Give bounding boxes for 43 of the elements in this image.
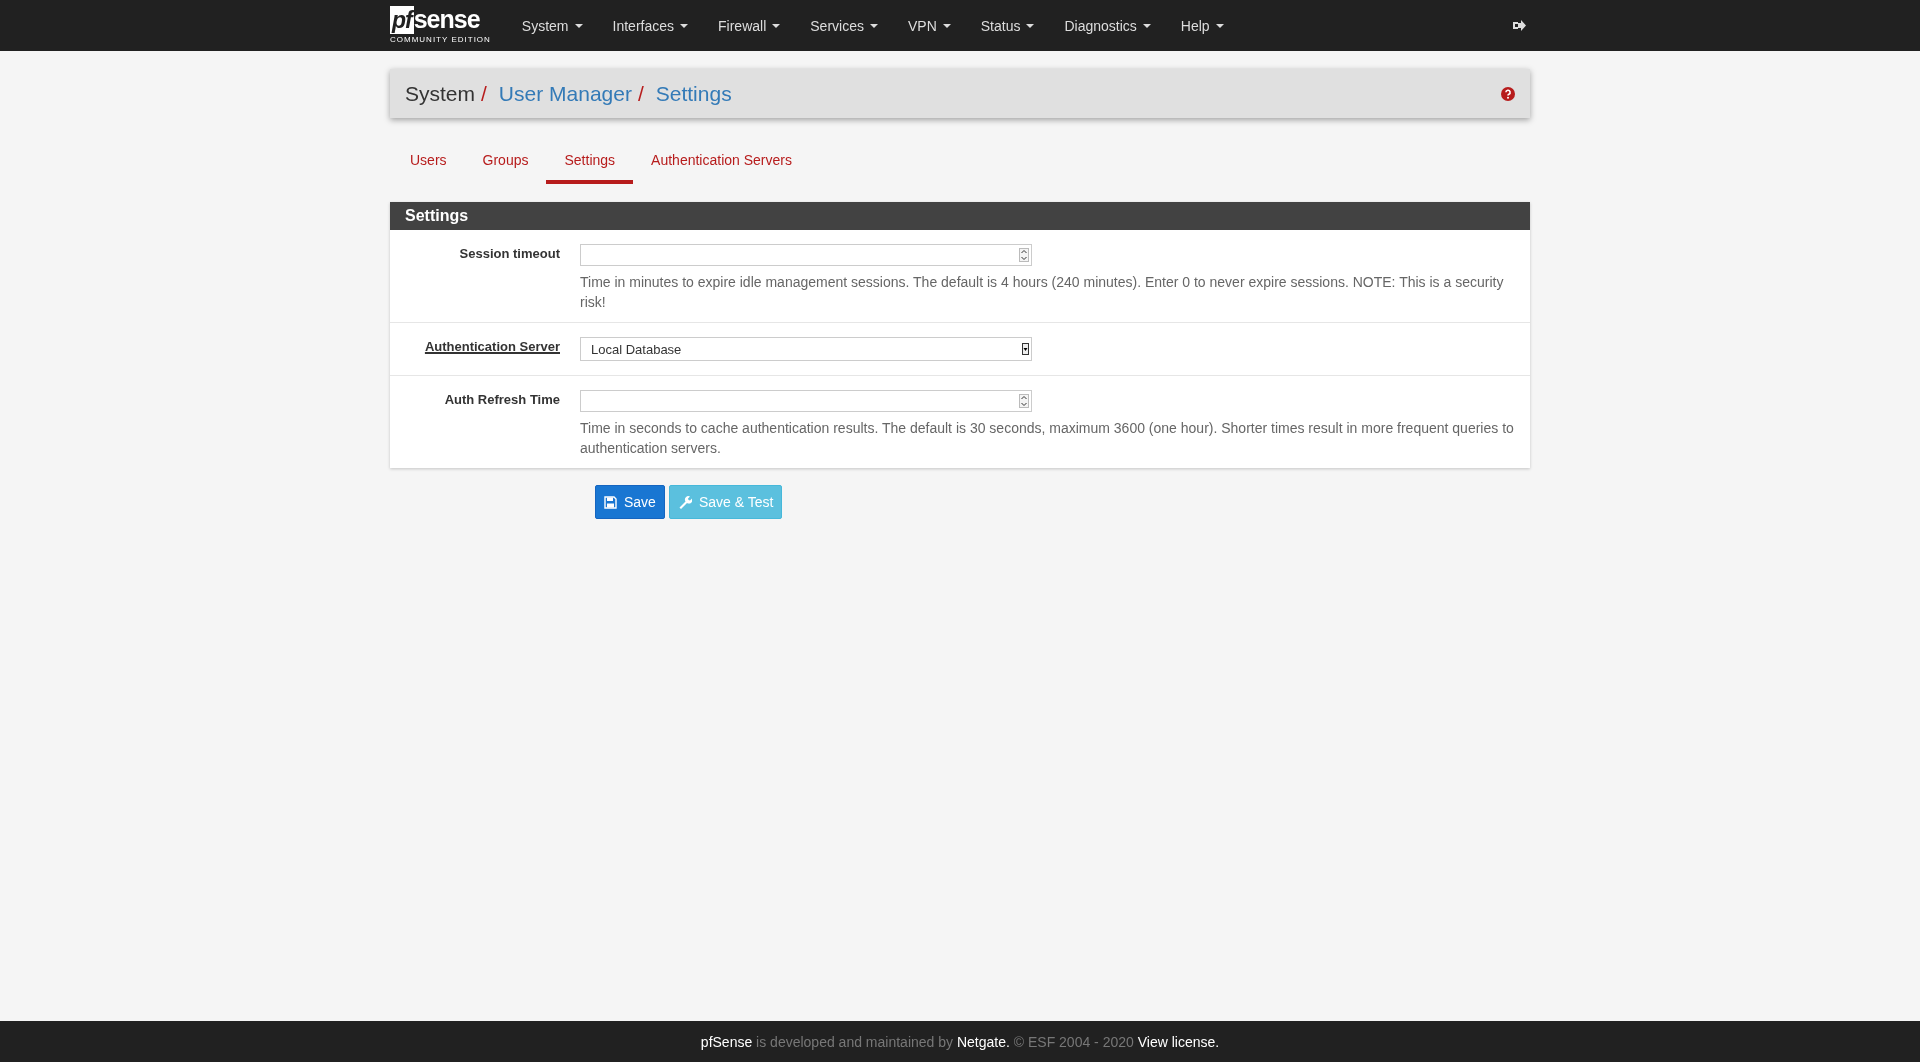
number-field[interactable]	[580, 244, 1032, 266]
number-field[interactable]	[580, 390, 1032, 412]
nav-menu[interactable]: VPN	[892, 17, 966, 34]
caret-icon	[1026, 23, 1035, 28]
nav-menu[interactable]: Diagnostics	[1049, 17, 1166, 34]
footer-text: pfSense is developed and maintained by Netgate. © ESF 2004 - 2020 View license.	[700, 1033, 1220, 1050]
spinner-icon	[1019, 394, 1029, 408]
save-button[interactable]: Save	[595, 485, 665, 519]
tab[interactable]: Authentication Servers	[633, 140, 810, 184]
help-text: Time in seconds to cache authentication results. The default is 30 seconds, maximum 3600 (one hour). Shorter times result in more frequent queries to authentication servers.	[580, 419, 1515, 458]
footer-link[interactable]: View license.	[1137, 1033, 1220, 1050]
caret-icon	[772, 23, 781, 28]
tab[interactable]: Groups	[464, 140, 547, 184]
logout-icon	[1512, 19, 1526, 32]
nav-menu[interactable]: Firewall	[703, 17, 796, 34]
nav-menu[interactable]: Services	[795, 17, 893, 34]
footer-link[interactable]: Netgate.	[956, 1033, 1010, 1050]
nav-menu[interactable]: Status	[965, 17, 1050, 34]
tab[interactable]: Users	[392, 140, 465, 184]
breadcrumb-separator: /	[481, 81, 487, 106]
caret-icon	[574, 23, 583, 28]
panel-title: Settings	[390, 202, 1530, 230]
nav-menu[interactable]: System	[506, 17, 598, 34]
caret-icon	[680, 23, 689, 28]
field-label: Authentication Server	[423, 338, 560, 356]
select-dropdown[interactable]: Local Database	[580, 337, 1032, 361]
caret-icon	[942, 23, 951, 28]
help-text: Time in minutes to expire idle management sessions. The default is 4 hours (240 minutes). Enter 0 to never expire sessions. NOTE: This is a security risk!	[580, 273, 1505, 312]
breadcrumb-text: System	[405, 81, 475, 106]
field-label: Session timeout	[458, 245, 560, 263]
wrench-icon	[677, 495, 692, 509]
field-label: Auth Refresh Time	[443, 391, 560, 409]
spinner-icon	[1019, 248, 1029, 262]
nav-menu[interactable]: Help	[1165, 17, 1239, 34]
help-button[interactable]	[1501, 86, 1515, 101]
dropdown-icon	[1022, 343, 1029, 355]
caret-icon	[1142, 23, 1151, 28]
nav-menu[interactable]: Interfaces	[597, 17, 704, 34]
caret-icon	[1215, 23, 1224, 28]
breadcrumb-separator: /	[637, 81, 644, 106]
tab[interactable]: Settings	[546, 140, 634, 184]
help-icon	[1501, 86, 1515, 101]
caret-icon	[869, 23, 878, 28]
